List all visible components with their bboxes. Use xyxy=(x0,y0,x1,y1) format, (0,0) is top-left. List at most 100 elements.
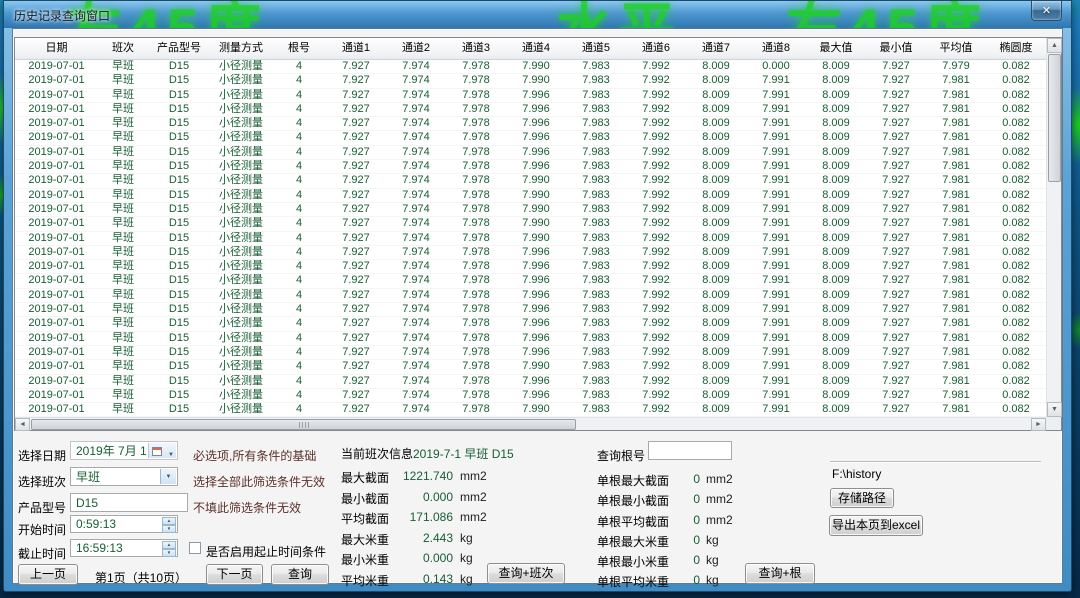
table-cell: 7.992 xyxy=(626,360,686,373)
table-row[interactable]: 2019-07-01早班D15小径测量47.9277.9747.9787.990… xyxy=(15,189,1046,203)
column-header[interactable]: 班次 xyxy=(98,38,148,59)
table-row[interactable]: 2019-07-01早班D15小径测量47.9277.9747.9787.996… xyxy=(15,146,1046,160)
background-glass-text: 右45度 xyxy=(786,1,988,28)
table-cell: D15 xyxy=(148,160,210,173)
horizontal-scroll-thumb[interactable] xyxy=(31,419,576,430)
table-cell: D15 xyxy=(148,303,210,316)
table-cell: 7.927 xyxy=(866,103,926,116)
table-cell: 小径测量 xyxy=(210,246,272,259)
table-row[interactable]: 2019-07-01早班D15小径测量47.9277.9747.9787.996… xyxy=(15,303,1046,317)
column-header[interactable]: 测量方式 xyxy=(210,38,272,59)
column-header[interactable]: 产品型号 xyxy=(148,38,210,59)
table-row[interactable]: 2019-07-01早班D15小径测量47.9277.9747.9787.996… xyxy=(15,346,1046,360)
table-cell: 7.991 xyxy=(746,103,806,116)
table-row[interactable]: 2019-07-01早班D15小径测量47.9277.9747.9787.990… xyxy=(15,74,1046,88)
table-cell: 7.981 xyxy=(926,160,986,173)
shift-combobox[interactable]: 早班 ▼ xyxy=(70,467,178,486)
column-header[interactable]: 平均值 xyxy=(926,38,986,59)
table-row[interactable]: 2019-07-01早班D15小径测量47.9277.9747.9787.990… xyxy=(15,60,1046,74)
table-cell: 7.981 xyxy=(926,131,986,144)
start-time-spinner[interactable]: 0:59:13 ▲ ▼ xyxy=(70,515,178,533)
table-row[interactable]: 2019-07-01早班D15小径测量47.9277.9747.9787.996… xyxy=(15,289,1046,303)
column-header[interactable]: 通道1 xyxy=(326,38,386,59)
scroll-up-icon[interactable]: ▲ xyxy=(1047,38,1062,53)
table-cell: 2019-07-01 xyxy=(15,189,98,202)
single-stat-unit: mm2 xyxy=(706,492,733,506)
product-input[interactable]: D15 xyxy=(70,493,188,512)
table-cell: D15 xyxy=(148,375,210,388)
close-button[interactable]: ✕ xyxy=(1031,1,1062,21)
scroll-left-icon[interactable]: ◄ xyxy=(15,418,30,431)
column-header[interactable]: 根号 xyxy=(272,38,326,59)
table-row[interactable]: 2019-07-01早班D15小径测量47.9277.9747.9787.996… xyxy=(15,160,1046,174)
table-row[interactable]: 2019-07-01早班D15小径测量47.9277.9747.9787.996… xyxy=(15,89,1046,103)
prev-page-button[interactable]: 上一页 xyxy=(18,564,78,585)
table-cell: 小径测量 xyxy=(210,375,272,388)
table-row[interactable]: 2019-07-01早班D15小径测量47.9277.9747.9787.996… xyxy=(15,274,1046,288)
spin-down-icon[interactable]: ▼ xyxy=(162,549,176,557)
spin-down-icon[interactable]: ▼ xyxy=(162,525,176,533)
spin-up-icon[interactable]: ▲ xyxy=(162,541,176,549)
export-excel-button[interactable]: 导出本页到excel xyxy=(829,515,923,536)
column-header[interactable]: 通道2 xyxy=(386,38,446,59)
table-row[interactable]: 2019-07-01早班D15小径测量47.9277.9747.9787.990… xyxy=(15,203,1046,217)
table-cell: D15 xyxy=(148,360,210,373)
query-root-input[interactable] xyxy=(648,441,732,460)
column-header[interactable]: 通道8 xyxy=(746,38,806,59)
query-button[interactable]: 查询 xyxy=(271,564,329,585)
column-header[interactable]: 通道5 xyxy=(566,38,626,59)
query-shift-button[interactable]: 查询+班次 xyxy=(487,563,565,584)
spinner-buttons[interactable]: ▲ ▼ xyxy=(162,541,176,555)
table-cell: 7.992 xyxy=(626,189,686,202)
column-header[interactable]: 通道4 xyxy=(506,38,566,59)
column-header[interactable]: 日期 xyxy=(15,38,98,59)
table-cell: 2019-07-01 xyxy=(15,103,98,116)
vertical-scroll-thumb[interactable] xyxy=(1048,54,1061,182)
table-row[interactable]: 2019-07-01早班D15小径测量47.9277.9747.9787.996… xyxy=(15,332,1046,346)
vertical-scrollbar[interactable]: ▲ ▼ xyxy=(1046,38,1061,417)
table-cell: 2019-07-01 xyxy=(15,89,98,102)
table-cell: 7.927 xyxy=(326,189,386,202)
table-row[interactable]: 2019-07-01早班D15小径测量47.9277.9747.9787.990… xyxy=(15,403,1046,417)
date-picker-button[interactable]: ▼ xyxy=(148,443,176,458)
table-row[interactable]: 2019-07-01早班D15小径测量47.9277.9747.9787.996… xyxy=(15,246,1046,260)
end-time-spinner[interactable]: 16:59:13 ▲ ▼ xyxy=(70,539,178,557)
table-row[interactable]: 2019-07-01早班D15小径测量47.9277.9747.9787.996… xyxy=(15,131,1046,145)
column-header[interactable]: 通道7 xyxy=(686,38,746,59)
table-cell: 2019-07-01 xyxy=(15,274,98,287)
table-row[interactable]: 2019-07-01早班D15小径测量47.9277.9747.9787.996… xyxy=(15,260,1046,274)
column-header[interactable]: 通道3 xyxy=(446,38,506,59)
table-row[interactable]: 2019-07-01早班D15小径测量47.9277.9747.9787.996… xyxy=(15,103,1046,117)
table-row[interactable]: 2019-07-01早班D15小径测量47.9277.9747.9787.990… xyxy=(15,217,1046,231)
title-bar[interactable]: 左45度 水平 右45度 历史记录查询窗口 ✕ xyxy=(4,1,1071,28)
table-row[interactable]: 2019-07-01早班D15小径测量47.9277.9747.9787.996… xyxy=(15,375,1046,389)
next-page-button[interactable]: 下一页 xyxy=(206,564,263,585)
time-condition-checkbox[interactable] xyxy=(189,542,201,554)
table-row[interactable]: 2019-07-01早班D15小径测量47.9277.9747.9787.996… xyxy=(15,317,1046,331)
column-header[interactable]: 通道6 xyxy=(626,38,686,59)
save-path-button[interactable]: 存储路径 xyxy=(830,488,894,508)
single-stat-value: 0 xyxy=(650,513,700,527)
spinner-buttons[interactable]: ▲ ▼ xyxy=(162,517,176,531)
table-row[interactable]: 2019-07-01早班D15小径测量47.9277.9747.9787.990… xyxy=(15,174,1046,188)
table-row[interactable]: 2019-07-01早班D15小径测量47.9277.9747.9787.996… xyxy=(15,117,1046,131)
column-header[interactable]: 最小值 xyxy=(866,38,926,59)
query-root-button[interactable]: 查询+根 xyxy=(745,563,815,584)
chevron-down-icon[interactable]: ▼ xyxy=(160,469,176,484)
table-cell: 早班 xyxy=(98,189,148,202)
table-row[interactable]: 2019-07-01早班D15小径测量47.9277.9747.9787.990… xyxy=(15,232,1046,246)
table-cell: 小径测量 xyxy=(210,203,272,216)
table-row[interactable]: 2019-07-01早班D15小径测量47.9277.9747.9787.990… xyxy=(15,360,1046,374)
table-cell: 8.009 xyxy=(686,203,746,216)
table-row[interactable]: 2019-07-01早班D15小径测量47.9277.9747.9787.996… xyxy=(15,389,1046,403)
column-header[interactable]: 最大值 xyxy=(806,38,866,59)
scroll-right-icon[interactable]: ► xyxy=(1031,418,1046,431)
table-cell: 0.082 xyxy=(986,232,1046,245)
table-cell: 8.009 xyxy=(686,103,746,116)
column-header[interactable]: 椭圆度 xyxy=(986,38,1046,59)
table-cell: 7.991 xyxy=(746,89,806,102)
scroll-down-icon[interactable]: ▼ xyxy=(1047,402,1062,417)
date-picker-input[interactable]: 2019年 7月 1日 ▼ xyxy=(70,441,178,460)
horizontal-scrollbar[interactable]: ◄ ► xyxy=(15,417,1046,430)
spin-up-icon[interactable]: ▲ xyxy=(162,517,176,525)
